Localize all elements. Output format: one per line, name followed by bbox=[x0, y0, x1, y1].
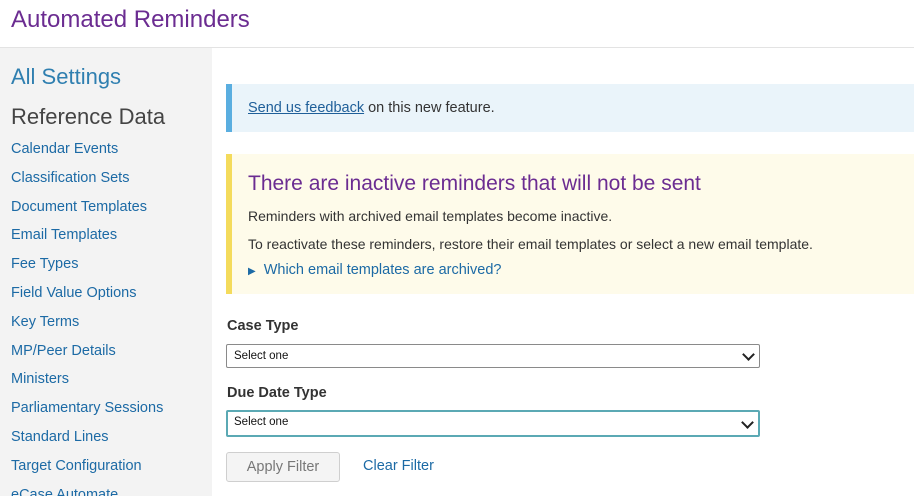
sidebar-item-fee-types[interactable]: Fee Types bbox=[11, 255, 163, 284]
page-header: Automated Reminders bbox=[0, 0, 914, 48]
apply-filter-button[interactable]: Apply Filter bbox=[226, 452, 340, 482]
expand-triangle-icon: ▶ bbox=[248, 266, 256, 277]
all-settings-link[interactable]: All Settings bbox=[11, 64, 121, 90]
warning-text-2: To reactivate these reminders, restore t… bbox=[248, 236, 813, 252]
warning-text-1: Reminders with archived email templates … bbox=[248, 208, 613, 224]
due-date-type-label: Due Date Type bbox=[227, 385, 327, 401]
case-type-select[interactable]: Select one bbox=[226, 344, 760, 368]
due-date-type-value: Select one bbox=[234, 416, 289, 428]
feedback-banner: Send us feedback on this new feature. bbox=[226, 84, 914, 132]
archived-templates-toggle-label: Which email templates are archived? bbox=[263, 262, 502, 278]
send-feedback-link[interactable]: Send us feedback bbox=[248, 100, 364, 116]
case-type-value: Select one bbox=[234, 350, 289, 362]
sidebar-item-mp-peer-details[interactable]: MP/Peer Details bbox=[11, 342, 163, 371]
sidebar-item-key-terms[interactable]: Key Terms bbox=[11, 313, 163, 342]
sidebar-nav-list: Calendar Events Classification Sets Docu… bbox=[11, 140, 163, 496]
sidebar-item-field-value-options[interactable]: Field Value Options bbox=[11, 284, 163, 313]
sidebar-item-classification-sets[interactable]: Classification Sets bbox=[11, 169, 163, 198]
chevron-down-icon bbox=[741, 415, 754, 429]
page-title: Automated Reminders bbox=[11, 6, 250, 33]
sidebar-section-title: Reference Data bbox=[11, 104, 166, 129]
sidebar-item-target-configuration[interactable]: Target Configuration bbox=[11, 457, 163, 486]
case-type-label: Case Type bbox=[227, 318, 299, 334]
sidebar-item-calendar-events[interactable]: Calendar Events bbox=[11, 140, 163, 169]
main-content: Send us feedback on this new feature. Th… bbox=[212, 48, 914, 496]
sidebar-item-ministers[interactable]: Ministers bbox=[11, 370, 163, 399]
sidebar-item-parliamentary-sessions[interactable]: Parliamentary Sessions bbox=[11, 399, 163, 428]
chevron-down-icon bbox=[742, 348, 755, 361]
warning-title: There are inactive reminders that will n… bbox=[248, 172, 701, 195]
feedback-suffix: on this new feature. bbox=[364, 100, 495, 116]
clear-filter-link[interactable]: Clear Filter bbox=[363, 458, 434, 474]
sidebar-item-standard-lines[interactable]: Standard Lines bbox=[11, 428, 163, 457]
inactive-reminders-warning: There are inactive reminders that will n… bbox=[226, 154, 914, 294]
archived-templates-toggle[interactable]: ▶ Which email templates are archived? bbox=[248, 262, 501, 278]
settings-sidebar: All Settings Reference Data Calendar Eve… bbox=[0, 48, 212, 496]
sidebar-item-email-templates[interactable]: Email Templates bbox=[11, 226, 163, 255]
due-date-type-select[interactable]: Select one bbox=[226, 410, 760, 437]
sidebar-item-document-templates[interactable]: Document Templates bbox=[11, 198, 163, 227]
sidebar-item-ecase-automate[interactable]: eCase Automate bbox=[11, 486, 163, 496]
